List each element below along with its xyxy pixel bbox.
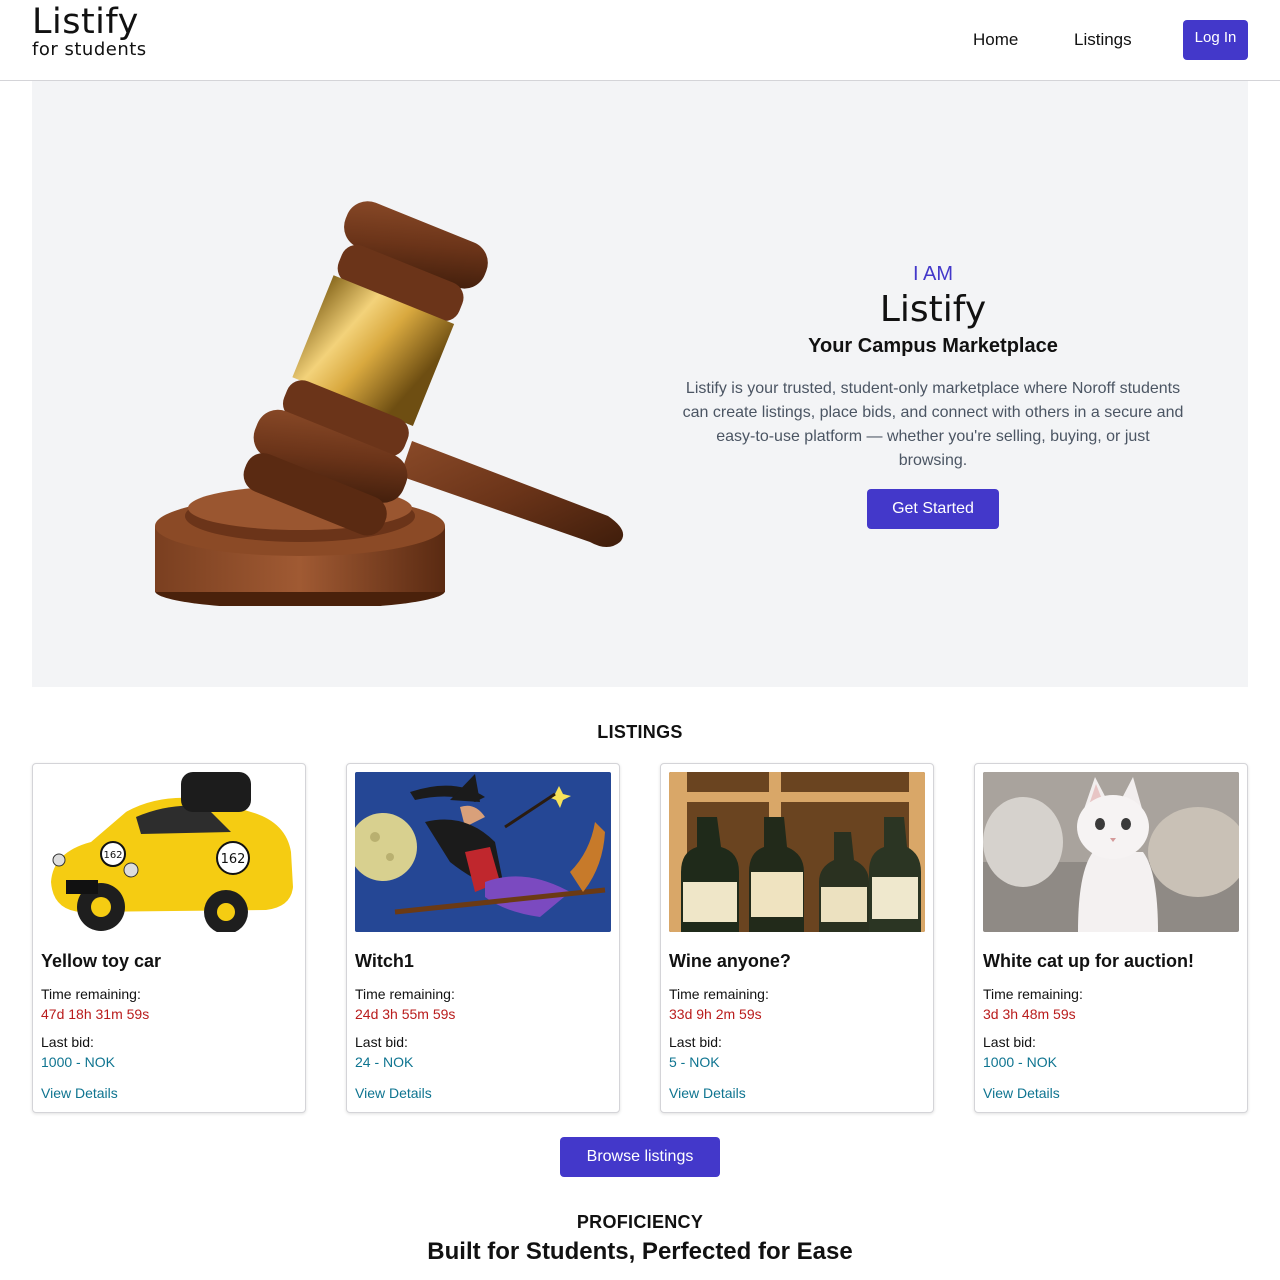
gavel-image (150, 186, 640, 609)
last-bid-label: Last bid: (983, 1034, 1036, 1050)
brand-logo[interactable]: Listify for students (32, 2, 147, 60)
site-header: Listify for students Home Listings Log I… (0, 0, 1280, 81)
nav-home-link[interactable]: Home (973, 30, 1018, 50)
listing-title: Witch1 (355, 951, 414, 971)
proficiency-heading: Built for Students, Perfected for Ease (427, 1238, 853, 1265)
listing-card: 162 162 Yellow toy car Time remaining: 4… (32, 763, 306, 1113)
brand-subtitle: for students (32, 39, 147, 60)
time-remaining-value: 3d 3h 48m 59s (983, 1006, 1076, 1022)
view-details-link[interactable]: View Details (669, 1085, 746, 1101)
time-remaining-value: 33d 9h 2m 59s (669, 1006, 762, 1022)
proficiency-label: PROFICIENCY (576, 1212, 704, 1232)
browse-listings-button[interactable]: Browse listings (560, 1137, 720, 1177)
view-details-link[interactable]: View Details (41, 1085, 118, 1101)
view-details-link[interactable]: View Details (983, 1085, 1060, 1101)
hero-title: Listify (879, 289, 987, 330)
hero-description: Listify is your trusted, student-only ma… (682, 380, 1184, 469)
listing-title: White cat up for auction! (983, 951, 1194, 971)
svg-text:162: 162 (103, 850, 122, 861)
hero-section: I AM Listify Your Campus Marketplace Lis… (32, 81, 1248, 687)
get-started-button[interactable]: Get Started (867, 489, 999, 529)
time-remaining-label: Time remaining: (355, 986, 455, 1002)
hero-eyebrow: I AM (912, 263, 953, 285)
last-bid-value: 5 - NOK (669, 1054, 720, 1070)
listing-card: White cat up for auction! Time remaining… (974, 763, 1248, 1113)
view-details-link[interactable]: View Details (355, 1085, 432, 1101)
brand-name: Listify (32, 2, 139, 42)
time-remaining-label: Time remaining: (669, 986, 769, 1002)
hero-text-block: I AM Listify Your Campus Marketplace Lis… (677, 261, 1189, 529)
last-bid-value: 1000 - NOK (41, 1054, 115, 1070)
last-bid-label: Last bid: (41, 1034, 94, 1050)
listing-image-toy-car[interactable]: 162 162 (41, 772, 297, 932)
time-remaining-value: 24d 3h 55m 59s (355, 1006, 456, 1022)
nav-listings-link[interactable]: Listings (1074, 30, 1132, 50)
time-remaining-value: 47d 18h 31m 59s (41, 1006, 150, 1022)
last-bid-value: 24 - NOK (355, 1054, 414, 1070)
last-bid-label: Last bid: (355, 1034, 408, 1050)
listing-card: Witch1 Time remaining: 24d 3h 55m 59s La… (346, 763, 620, 1113)
svg-text:162: 162 (221, 852, 246, 867)
listing-card: Wine anyone? Time remaining: 33d 9h 2m 5… (660, 763, 934, 1113)
login-button[interactable]: Log In (1183, 20, 1248, 60)
last-bid-value: 1000 - NOK (983, 1054, 1057, 1070)
hero-tagline: Your Campus Marketplace (808, 335, 1058, 357)
listings-section-label: LISTINGS (597, 722, 683, 742)
time-remaining-label: Time remaining: (983, 986, 1083, 1002)
listing-title: Yellow toy car (41, 951, 162, 971)
time-remaining-label: Time remaining: (41, 986, 141, 1002)
listing-image-witch[interactable] (355, 772, 611, 932)
listing-title: Wine anyone? (669, 951, 791, 971)
listing-image-wine[interactable] (669, 772, 925, 932)
last-bid-label: Last bid: (669, 1034, 722, 1050)
listing-image-cat[interactable] (983, 772, 1239, 932)
